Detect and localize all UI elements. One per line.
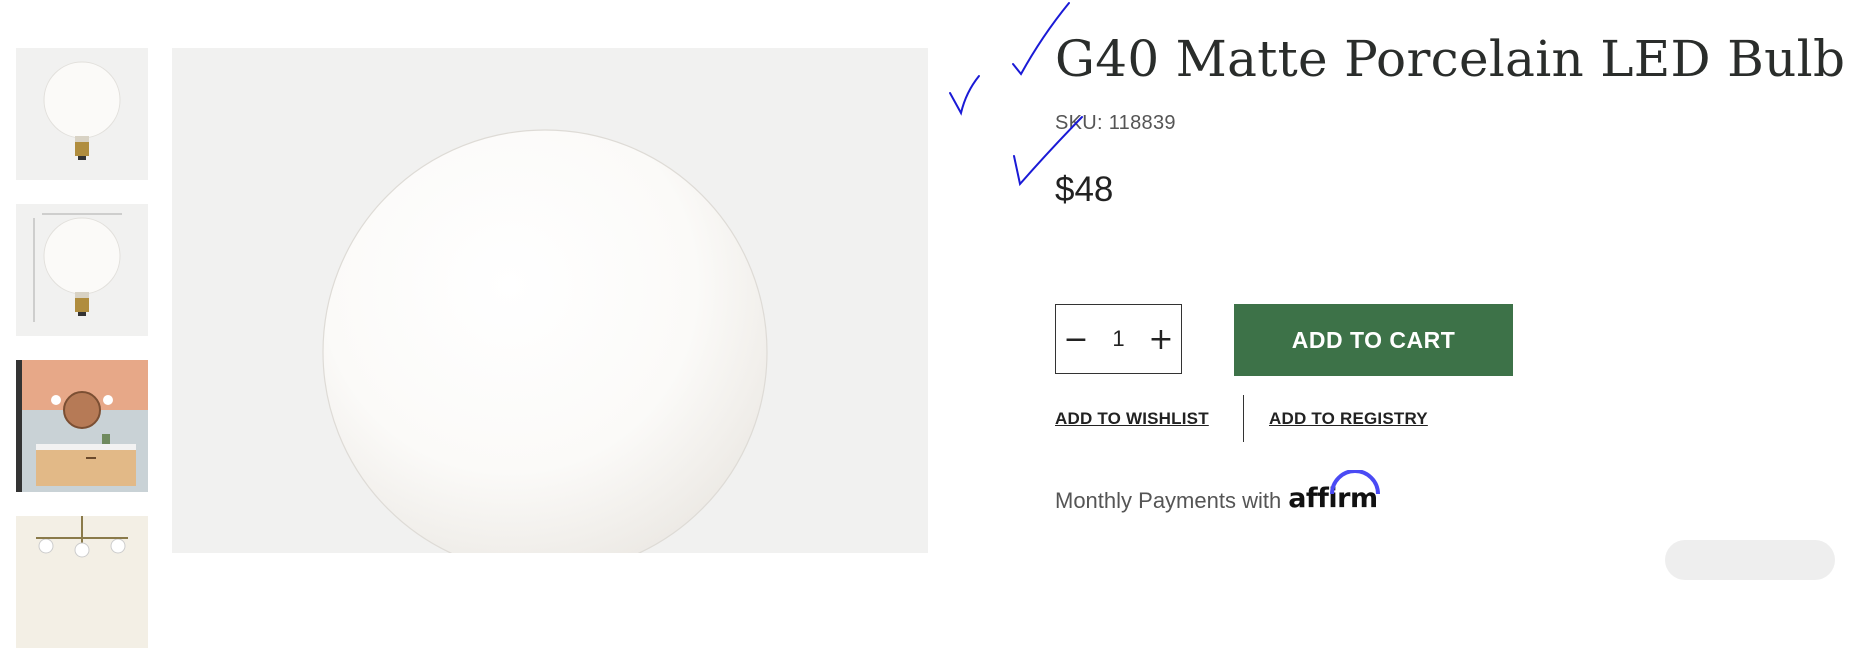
monthly-payments-text: Monthly Payments with (1055, 488, 1282, 513)
add-to-cart-button[interactable]: ADD TO CART (1234, 304, 1513, 376)
product-price: $48 (1055, 170, 1114, 209)
bathroom-thumbnail-image (16, 360, 148, 492)
thumbnail-bulb-dimensions[interactable] (16, 204, 148, 336)
chandelier-thumbnail-image (16, 516, 148, 648)
chat-widget-button[interactable] (1665, 540, 1835, 580)
add-to-wishlist-link[interactable]: ADD TO WISHLIST (1055, 409, 1209, 429)
globe-bulb-image (172, 48, 928, 553)
affirm-arc-icon (1330, 470, 1381, 495)
product-title: G40 Matte Porcelain LED Bulb (1055, 30, 1846, 88)
bulb-thumbnail-image (16, 48, 148, 180)
quantity-input[interactable] (1096, 325, 1141, 353)
link-divider (1243, 395, 1244, 442)
thumbnail-bathroom-scene[interactable] (16, 360, 148, 492)
add-to-registry-link[interactable]: ADD TO REGISTRY (1269, 409, 1428, 429)
main-product-image[interactable] (172, 48, 928, 553)
quantity-stepper: − + (1055, 304, 1182, 374)
monthly-payments-promo[interactable]: Monthly Payments with affirm (1055, 470, 1381, 514)
quantity-decrease-button[interactable]: − (1056, 305, 1096, 373)
thumbnail-chandelier-scene[interactable] (16, 516, 148, 648)
thumbnail-bulb-front[interactable] (16, 48, 148, 180)
dimensions-thumbnail-image (16, 204, 148, 336)
product-sku: SKU: 118839 (1055, 112, 1176, 134)
checkmark-icon-left (949, 75, 980, 116)
quantity-increase-button[interactable]: + (1141, 305, 1181, 373)
affirm-logo: affirm (1288, 470, 1381, 514)
